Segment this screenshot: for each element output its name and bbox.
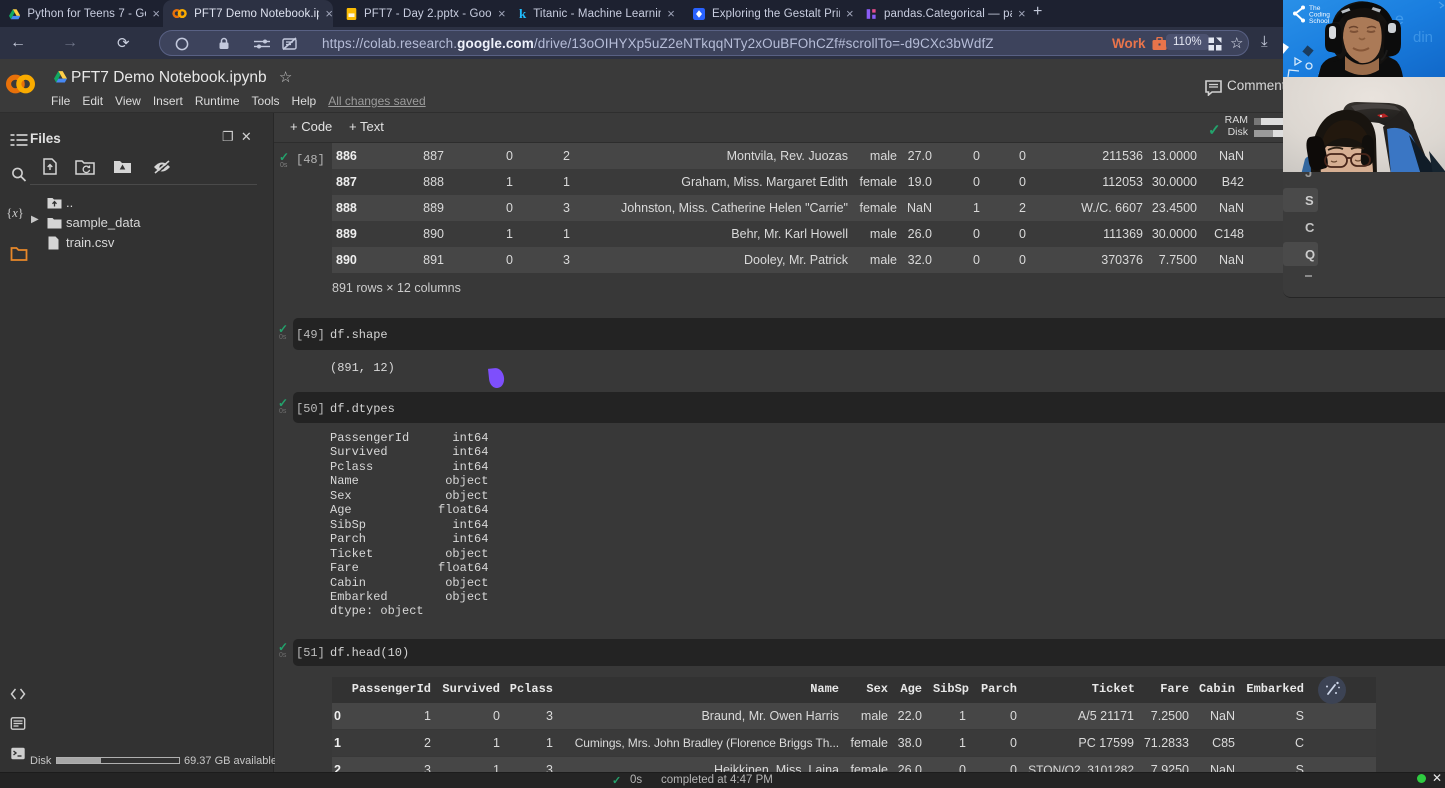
svg-text:School: School [1309,18,1330,25]
svg-text:din: din [1413,29,1433,46]
